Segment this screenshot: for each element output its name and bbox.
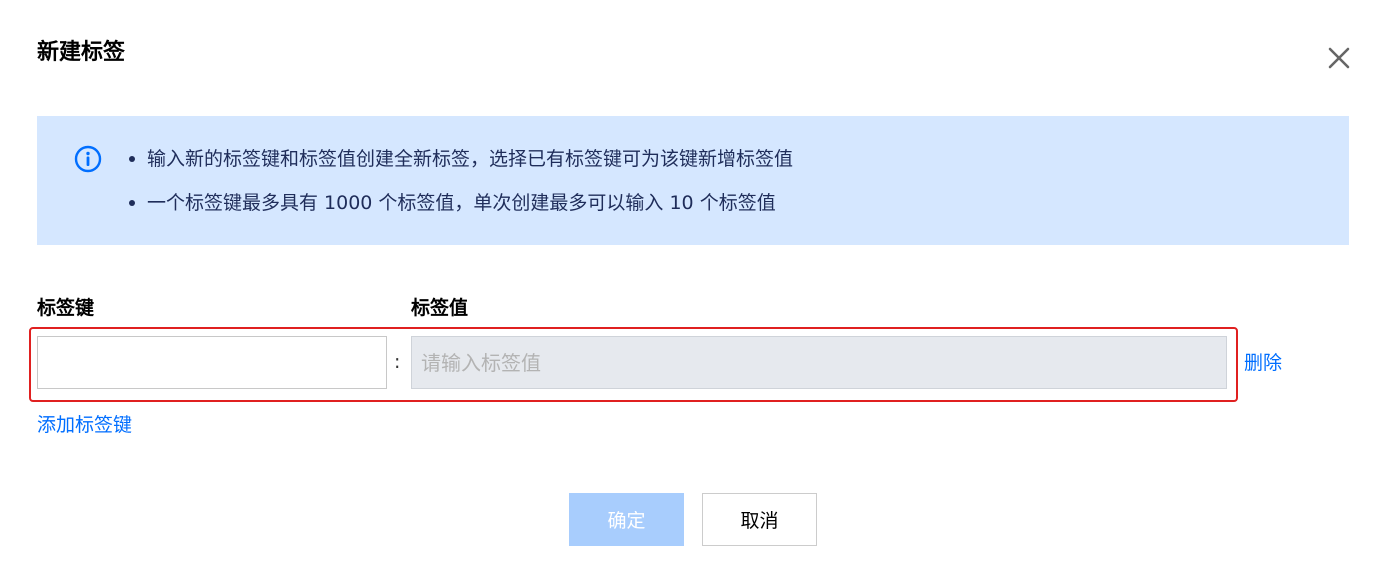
tag-value-label: 标签值 [411,297,469,319]
notice-item: 输入新的标签键和标签值创建全新标签，选择已有标签键可为该键新增标签值 [129,144,793,174]
close-icon[interactable] [1325,44,1353,72]
close-button[interactable] [1325,44,1353,72]
tag-value-input[interactable] [411,336,1227,389]
notice-text: 输入新的标签键和标签值创建全新标签，选择已有标签键可为该键新增标签值 [147,148,794,170]
bullet-icon [129,156,135,162]
dialog-title: 新建标签 [37,40,126,65]
add-tag-key-link[interactable]: 添加标签键 [37,411,132,439]
delete-row-link[interactable]: 删除 [1244,349,1282,377]
info-notice: 输入新的标签键和标签值创建全新标签，选择已有标签键可为该键新增标签值 一个标签键… [37,116,1349,245]
bullet-icon [129,200,135,206]
cancel-button[interactable]: 取消 [702,493,817,546]
key-value-separator: : [394,351,401,373]
notice-list: 输入新的标签键和标签值创建全新标签，选择已有标签键可为该键新增标签值 一个标签键… [129,144,793,218]
tag-key-label: 标签键 [37,297,95,319]
notice-text: 一个标签键最多具有 1000 个标签值，单次创建最多可以输入 10 个标签值 [147,192,776,214]
tag-key-input[interactable] [37,336,387,389]
new-tag-dialog: 新建标签 输入新的标签键和标签值创建全新标签，选择已有标签键可为该键新增标签值 [0,0,1378,577]
confirm-button[interactable]: 确定 [569,493,684,546]
notice-item: 一个标签键最多具有 1000 个标签值，单次创建最多可以输入 10 个标签值 [129,188,793,218]
info-icon [74,145,102,173]
